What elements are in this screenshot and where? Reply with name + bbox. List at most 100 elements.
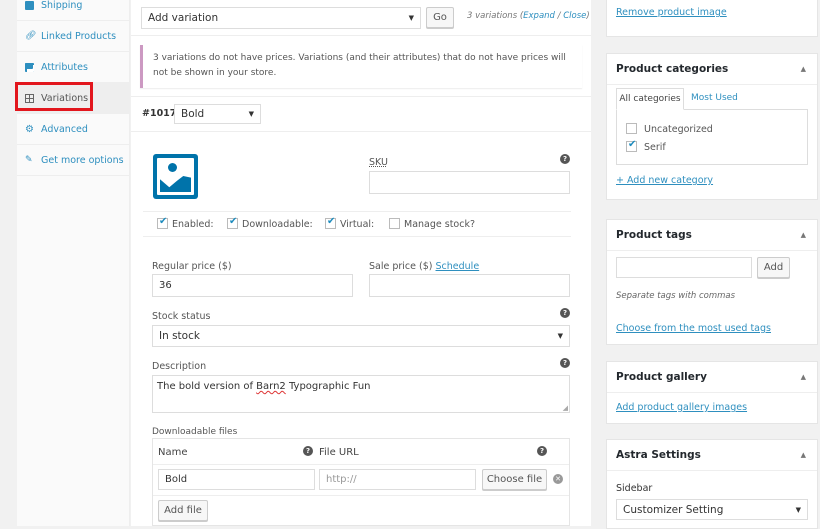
product-categories-box: Product categories ▲ Uncategorized Serif… xyxy=(606,53,818,200)
tab-attributes[interactable]: Attributes xyxy=(17,52,130,83)
category-label: Uncategorized xyxy=(644,124,713,135)
tab-advanced[interactable]: ⚙ Advanced xyxy=(17,114,130,145)
divider xyxy=(153,495,569,496)
tab-shipping[interactable]: Shipping xyxy=(17,0,130,21)
sku-label: SKU xyxy=(369,157,388,168)
manage-stock-label: Manage stock? xyxy=(404,219,476,230)
variations-count: 3 variations (Expand / Close) xyxy=(467,11,590,21)
help-icon[interactable]: ? xyxy=(537,446,547,456)
gear-icon: ⚙ xyxy=(25,123,34,135)
tab-most-used[interactable]: Most Used xyxy=(691,93,738,103)
tab-get-more-options[interactable]: ✎ Get more options xyxy=(17,145,130,176)
choose-file-button[interactable]: Choose file xyxy=(482,469,547,490)
description-text: Typographic Fun xyxy=(285,381,371,392)
collapse-toggle-icon[interactable]: ▲ xyxy=(801,231,806,239)
description-textarea[interactable]: The bold version of Barn2 Typographic Fu… xyxy=(152,375,570,413)
downloadable-label: Downloadable: xyxy=(242,219,313,230)
help-icon[interactable]: ? xyxy=(303,446,313,456)
add-new-category-link[interactable]: + Add new category xyxy=(616,175,713,186)
column-gutter xyxy=(591,0,606,526)
file-name-input[interactable]: Bold xyxy=(158,469,315,490)
resize-handle-icon[interactable]: ◢ xyxy=(563,404,568,412)
product-gallery-header[interactable]: Product gallery ▲ xyxy=(607,362,817,393)
variations-count-text: 3 variations xyxy=(467,11,518,21)
choose-most-used-tags-link[interactable]: Choose from the most used tags xyxy=(616,323,771,334)
regular-price-input[interactable]: 36 xyxy=(152,274,353,297)
stock-status-value: In stock xyxy=(159,330,200,342)
sale-price-label-text: Sale price ($) xyxy=(369,261,433,272)
variations-panel: Add variation ▼ Go 3 variations (Expand … xyxy=(131,0,591,526)
description-label: Description xyxy=(152,361,207,372)
tab-all-categories[interactable]: All categories xyxy=(616,88,684,110)
tags-hint: Separate tags with commas xyxy=(616,291,736,301)
product-tags-header[interactable]: Product tags ▲ xyxy=(607,220,817,251)
category-checkbox-uncategorized[interactable] xyxy=(626,123,637,134)
separator: / xyxy=(557,11,561,21)
stock-status-select[interactable]: In stock ▼ xyxy=(152,325,570,347)
column-header-name: Name xyxy=(158,447,188,458)
sidebar-layout-select[interactable]: Customizer Setting ▼ xyxy=(616,499,808,520)
variation-attribute-select[interactable]: Bold ▼ xyxy=(174,104,261,124)
downloadable-checkbox[interactable] xyxy=(227,216,238,229)
expand-link[interactable]: Expand xyxy=(523,11,555,21)
help-icon[interactable]: ? xyxy=(560,358,570,368)
variation-action-select[interactable]: Add variation ▼ xyxy=(141,7,421,29)
chevron-down-icon: ▼ xyxy=(408,14,414,22)
go-button[interactable]: Go xyxy=(426,7,454,28)
add-file-button[interactable]: Add file xyxy=(158,500,208,521)
close-link[interactable]: Close xyxy=(563,11,586,21)
astra-settings-box: Astra Settings ▲ Sidebar Customizer Sett… xyxy=(606,439,818,529)
product-gallery-box: Product gallery ▲ Add product gallery im… xyxy=(606,361,818,424)
box-title: Product tags xyxy=(616,229,692,241)
category-checkbox-serif[interactable] xyxy=(626,139,637,152)
file-url-input[interactable]: http:// xyxy=(319,469,476,490)
box-title: Product gallery xyxy=(616,371,707,383)
divider xyxy=(131,131,591,132)
help-icon[interactable]: ? xyxy=(560,154,570,164)
divider xyxy=(153,464,569,465)
collapse-toggle-icon[interactable]: ▲ xyxy=(801,373,806,381)
sidebar-label: Sidebar xyxy=(616,483,653,494)
collapse-toggle-icon[interactable]: ▲ xyxy=(801,451,806,459)
tab-label: Linked Products xyxy=(41,30,117,42)
variation-id: #1017 xyxy=(142,108,177,119)
astra-settings-header[interactable]: Astra Settings ▲ xyxy=(607,440,817,471)
tab-label: Advanced xyxy=(41,123,88,135)
tag-input[interactable] xyxy=(616,257,752,278)
help-icon[interactable]: ? xyxy=(560,308,570,318)
add-gallery-images-link[interactable]: Add product gallery images xyxy=(616,402,747,413)
product-tags-box: Product tags ▲ Add Separate tags with co… xyxy=(606,219,818,345)
product-data-tabs: Shipping 🔗︎ Linked Products Attributes V… xyxy=(17,0,130,526)
divider xyxy=(143,236,571,237)
virtual-label: Virtual: xyxy=(340,219,375,230)
plugin-icon: ✎ xyxy=(25,154,33,165)
divider xyxy=(131,96,591,97)
product-categories-header[interactable]: Product categories ▲ xyxy=(607,54,817,85)
column-header-file-url: File URL xyxy=(319,447,359,458)
virtual-checkbox[interactable] xyxy=(325,216,336,229)
chevron-down-icon: ▼ xyxy=(248,110,254,118)
collapse-toggle-icon[interactable]: ▲ xyxy=(801,65,806,73)
tab-linked-products[interactable]: 🔗︎ Linked Products xyxy=(17,21,130,52)
manage-stock-checkbox[interactable] xyxy=(389,218,400,229)
enabled-label: Enabled: xyxy=(172,219,214,230)
divider xyxy=(143,211,571,212)
tab-label: Shipping xyxy=(41,0,83,11)
variation-action-value: Add variation xyxy=(148,12,219,24)
remove-file-icon[interactable]: ✕ xyxy=(553,474,563,484)
downloadable-files-label: Downloadable files xyxy=(152,427,238,437)
sale-price-label: Sale price ($) Schedule xyxy=(369,261,479,272)
truck-icon xyxy=(25,0,34,10)
box-title: Astra Settings xyxy=(616,449,701,461)
sale-price-input[interactable] xyxy=(369,274,570,297)
sku-input[interactable] xyxy=(369,171,570,194)
enabled-checkbox[interactable] xyxy=(157,216,168,229)
no-price-notice: 3 variations do not have prices. Variati… xyxy=(140,45,582,88)
remove-product-image-link[interactable]: Remove product image xyxy=(616,7,727,18)
box-title: Product categories xyxy=(616,63,729,75)
stock-status-label: Stock status xyxy=(152,311,211,322)
schedule-link[interactable]: Schedule xyxy=(436,261,480,272)
add-tag-button[interactable]: Add xyxy=(757,257,790,278)
chevron-down-icon: ▼ xyxy=(557,332,563,340)
image-placeholder-icon[interactable] xyxy=(153,154,198,199)
